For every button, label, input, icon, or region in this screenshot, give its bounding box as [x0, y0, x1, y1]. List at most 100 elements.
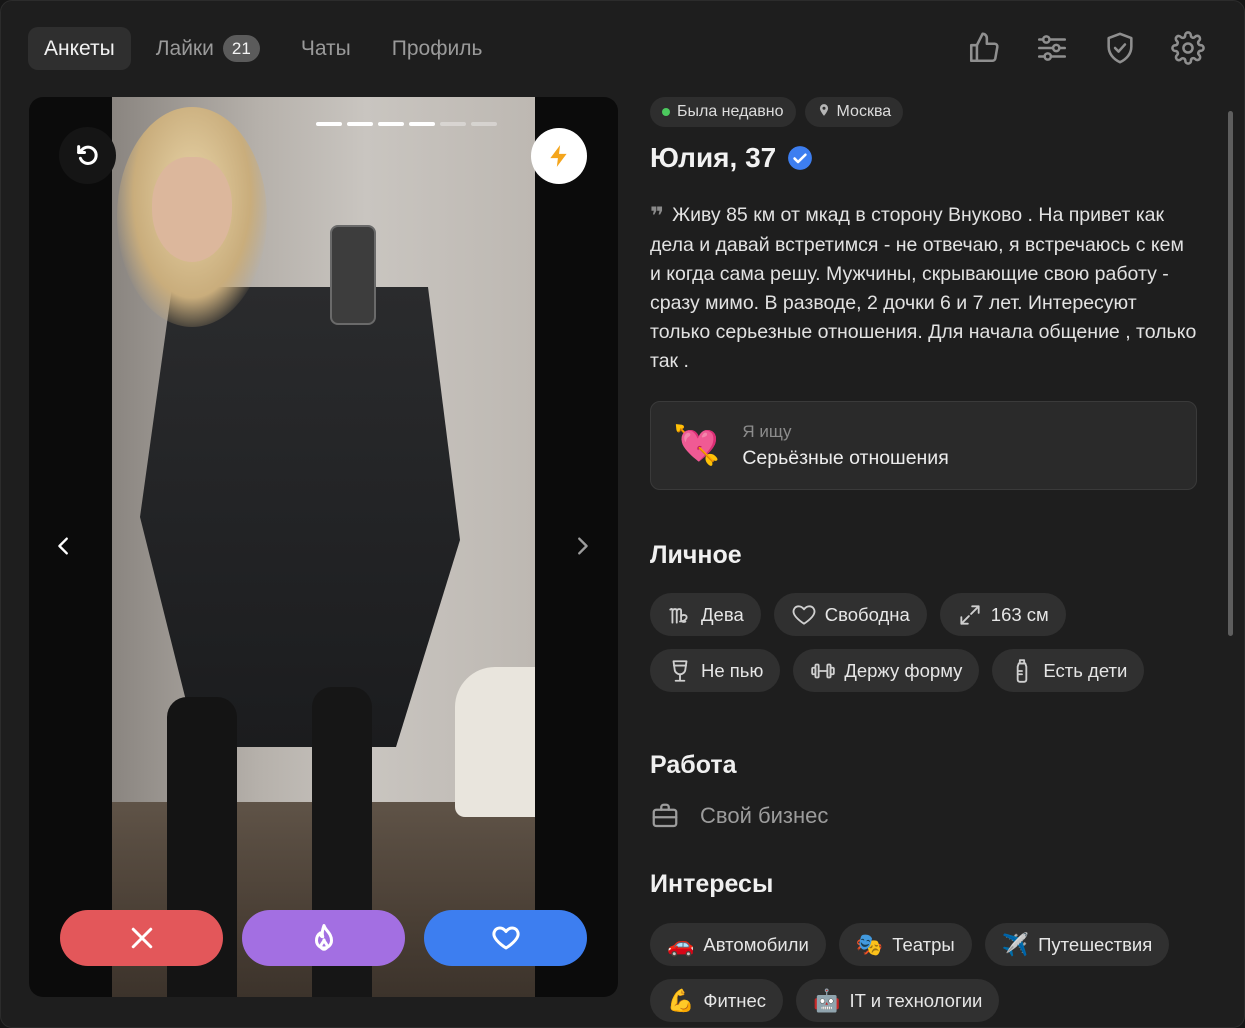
boost-button[interactable] [531, 128, 587, 184]
quote-icon: ❞ [650, 203, 665, 230]
looking-for-card: 💘 Я ищу Серьёзные отношения [650, 401, 1197, 490]
next-photo-button[interactable] [567, 529, 597, 563]
tab-label: Анкеты [44, 36, 115, 60]
online-status-badge: Была недавно [650, 97, 796, 127]
profile-name: Юлия, 37 [650, 142, 777, 173]
tag-label: Театры [892, 933, 955, 955]
tag-label: Не пью [701, 659, 764, 681]
main-tabs: Анкеты Лайки 21 Чаты Профиль [28, 27, 507, 70]
photo-face [152, 157, 232, 262]
looking-for-text: Я ищу Серьёзные отношения [742, 422, 948, 470]
status-text: Была недавно [677, 103, 784, 120]
photo-progress-segment [409, 122, 435, 126]
interest-cars: 🚗 Автомобили [650, 923, 826, 966]
heart-arrow-icon: 💘 [673, 424, 721, 467]
photo-progress [316, 122, 502, 126]
superlike-button[interactable] [242, 910, 405, 966]
baby-bottle-icon [1017, 658, 1028, 683]
previous-photo-button[interactable] [49, 529, 79, 563]
tab-chats[interactable]: Чаты [285, 27, 367, 70]
theatre-masks-icon: 🎭 [855, 931, 884, 957]
interest-fitness: 💪 Фитнес [650, 979, 784, 1022]
chevron-right-icon [578, 537, 588, 555]
interest-tags: 🚗 Автомобили 🎭 Театры ✈️ Путешествия 💪 Фитне… [650, 910, 1210, 1022]
tag-height: 163 см [939, 593, 1066, 636]
tag-sport: Держу форму [793, 649, 980, 692]
interest-it: 🤖 IT и технологии [796, 979, 1000, 1022]
tag-label: IT и технологии [849, 989, 983, 1011]
tag-label: Свободна [824, 603, 910, 625]
profile-photo-card[interactable] [29, 97, 618, 997]
undo-icon [76, 144, 98, 165]
work-value: Свой бизнес [700, 803, 829, 828]
sliders-icon[interactable] [1032, 28, 1072, 68]
tag-label: Держу форму [844, 659, 963, 681]
details-scrollbar[interactable] [1228, 111, 1233, 636]
personal-tags: Дева Свободна 163 см Не пью Держу форму … [650, 580, 1210, 692]
flexed-bicep-icon: 💪 [667, 987, 695, 1013]
tag-label: Автомобили [703, 933, 809, 955]
swipe-actions [60, 910, 606, 966]
profile-details: Была недавно Москва Юлия, 37 ❞ Живу 85 км… [650, 97, 1210, 1022]
interest-travel: ✈️ Путешествия [984, 923, 1170, 966]
glass-icon [672, 659, 688, 682]
heart-icon [491, 926, 520, 950]
photo-dress [140, 287, 460, 747]
close-icon [131, 927, 152, 949]
dislike-button[interactable] [60, 910, 223, 966]
tab-likes[interactable]: Лайки 21 [140, 27, 276, 70]
online-dot-icon [662, 108, 670, 116]
looking-for-label: Я ищу [742, 421, 792, 441]
work-section-title: Работа [650, 751, 737, 779]
profile-meta: Была недавно Москва [650, 97, 1210, 127]
virgo-icon [669, 607, 688, 624]
shield-check-icon[interactable] [1100, 28, 1140, 68]
city-text: Москва [836, 103, 892, 120]
personal-section-title: Личное [650, 541, 742, 569]
tab-label: Чаты [300, 36, 351, 60]
tab-label: Профиль [391, 36, 483, 60]
tag-label: Дева [701, 603, 744, 625]
tab-profiles[interactable]: Анкеты [28, 27, 131, 70]
photo-progress-segment [471, 122, 497, 126]
lightning-icon [550, 145, 567, 167]
bio-text: Живу 85 км от мкад в сторону Внуково . Н… [650, 204, 1197, 372]
photo-phone [330, 225, 376, 325]
car-icon: 🚗 [667, 931, 695, 957]
photo-pouf [455, 667, 535, 817]
tag-label: 163 см [990, 603, 1049, 625]
app-window: Анкеты Лайки 21 Чаты Профиль Была недавн… [0, 0, 1245, 1028]
tab-label: Лайки [155, 36, 214, 60]
tab-my-profile[interactable]: Профиль [376, 27, 499, 70]
robot-icon: 🤖 [813, 987, 841, 1013]
top-toolbar [936, 28, 1208, 68]
tag-alcohol: Не пью [650, 649, 781, 692]
profile-photo [112, 97, 535, 997]
tag-label: Фитнес [703, 989, 767, 1011]
gear-icon[interactable] [1168, 28, 1208, 68]
likes-count-badge: 21 [222, 35, 260, 62]
heart-outline-icon [792, 604, 816, 625]
photo-progress-segment [440, 122, 466, 126]
tag-label: Путешествия [1038, 933, 1153, 955]
tag-relationship-status: Свободна [773, 593, 927, 636]
photo-progress-segment [316, 122, 342, 126]
city-badge: Москва [804, 97, 904, 127]
tag-label: Есть дети [1043, 659, 1128, 681]
interest-theatre: 🎭 Театры [838, 923, 972, 966]
tag-children: Есть дети [992, 649, 1145, 692]
airplane-icon: ✈️ [1001, 931, 1030, 957]
like-button[interactable] [424, 910, 587, 966]
undo-button[interactable] [59, 127, 116, 184]
expand-icon [960, 604, 980, 625]
photo-progress-segment [347, 122, 373, 126]
profile-bio: ❞ Живу 85 км от мкад в сторону Внуково . … [650, 201, 1198, 376]
flame-icon [314, 924, 333, 951]
looking-for-value: Серьёзные отношения [742, 446, 949, 469]
briefcase-icon [652, 803, 678, 828]
location-pin-icon [817, 103, 837, 122]
tag-zodiac: Дева [650, 593, 761, 636]
thumbs-up-icon[interactable] [964, 28, 1004, 68]
dumbbell-icon [811, 663, 836, 678]
verified-icon [788, 146, 813, 170]
